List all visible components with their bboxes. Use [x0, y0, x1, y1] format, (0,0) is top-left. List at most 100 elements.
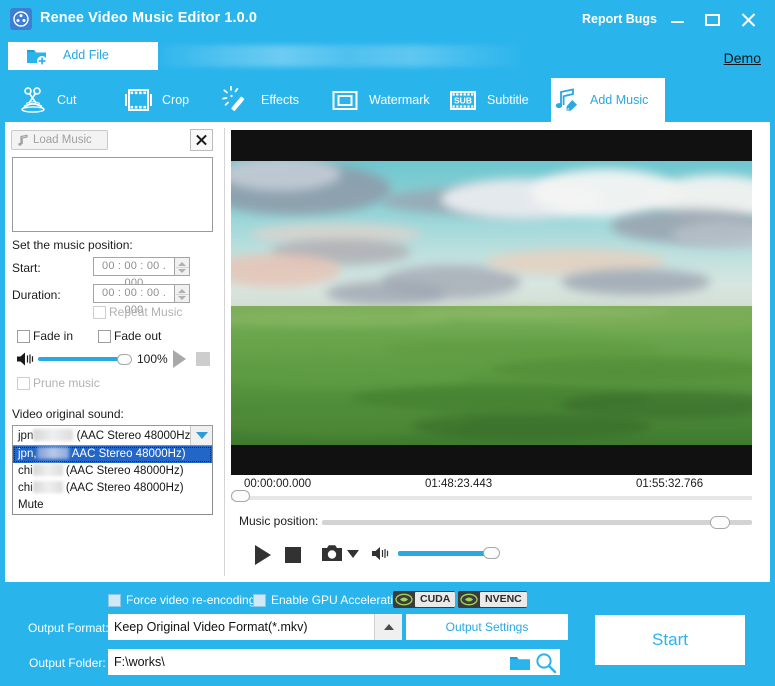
chevron-down-icon[interactable] [190, 426, 212, 445]
duration-label: Duration: [12, 288, 61, 302]
fade-in-checkbox[interactable] [17, 330, 30, 343]
music-list[interactable] [12, 157, 213, 232]
tab-add-music[interactable]: Add Music [551, 78, 665, 122]
video-frame-image [231, 161, 752, 445]
fade-in-label: Fade in [33, 329, 74, 343]
video-scrubber-knob[interactable] [231, 490, 250, 502]
start-input[interactable]: 00 : 00 : 00 . 000 [93, 257, 175, 289]
load-music-label: Load Music [33, 134, 92, 146]
film-frame-icon [123, 86, 153, 114]
enable-gpu-checkbox[interactable] [253, 594, 266, 607]
music-volume-knob[interactable] [117, 354, 132, 365]
video-preview[interactable] [231, 130, 752, 475]
tab-subtitle[interactable]: SUB Subtitle [448, 78, 553, 122]
music-settings-panel: Load Music Set the music position: Start… [5, 122, 224, 582]
tab-cut-label: Cut [57, 93, 77, 107]
start-label: Start: [12, 261, 41, 275]
music-note-icon [17, 134, 29, 150]
timeline-labels: 00:00:00.000 01:48:23.443 01:55:32.766 [231, 478, 752, 494]
add-file-label: Add File [63, 48, 109, 62]
tab-subtitle-label: Subtitle [487, 93, 529, 107]
time-start: 00:00:00.000 [244, 478, 312, 490]
dropdown-option-0[interactable]: jpn, AAC Stereo 48000Hz) [13, 446, 212, 463]
snapshot-dropdown-icon[interactable] [347, 550, 359, 558]
magic-wand-icon [222, 85, 252, 114]
report-bugs-link[interactable]: Report Bugs [582, 12, 657, 26]
tab-cut[interactable]: Cut [18, 78, 110, 122]
output-folder-input[interactable]: F:\works\ [108, 649, 560, 675]
force-reencode-label: Force video re-encoding [126, 593, 256, 607]
duration-stepper[interactable] [175, 284, 190, 303]
output-folder-label: Output Folder: [29, 656, 106, 670]
main-panel: Load Music Set the music position: Start… [5, 122, 770, 582]
search-icon[interactable] [535, 652, 557, 679]
tab-watermark-label: Watermark [369, 93, 430, 107]
tab-effects[interactable]: Effects [222, 78, 330, 122]
repeat-music-label: Repeat Music [109, 305, 183, 319]
original-sound-label: Video original sound: [12, 407, 124, 421]
tab-crop[interactable]: Crop [123, 78, 219, 122]
folder-plus-icon [26, 47, 48, 71]
enable-gpu-label: Enable GPU Acceleration [271, 593, 407, 607]
dropdown-option-1[interactable]: chi (AAC Stereo 48000Hz) [13, 463, 212, 480]
time-current: 01:48:23.443 [425, 478, 493, 490]
nvidia-eye-icon-2 [460, 593, 478, 607]
maximize-button[interactable] [701, 10, 723, 30]
duration-input[interactable]: 00 : 00 : 00 . 000 [93, 284, 175, 316]
stop-button[interactable] [285, 547, 301, 563]
nvidia-eye-icon [395, 593, 413, 607]
original-sound-value: jpn (AAC Stereo 48000Hz) [18, 429, 195, 442]
title-bar: Renee Video Music Editor 1.0.0 Report Bu… [0, 0, 775, 40]
tab-effects-label: Effects [261, 93, 299, 107]
minimize-button[interactable] [667, 10, 689, 30]
prune-music-label: Prune music [33, 376, 100, 390]
force-reencode-checkbox[interactable] [108, 594, 121, 607]
start-button[interactable]: Start [595, 615, 745, 665]
music-position-label: Set the music position: [12, 238, 133, 252]
tab-bar: Cut Crop Effects Watermark SUB Subtitle … [0, 78, 775, 122]
snapshot-button[interactable] [321, 543, 343, 568]
player-volume-track[interactable] [398, 551, 490, 556]
clear-music-button[interactable] [190, 129, 213, 151]
folder-icon[interactable] [509, 655, 531, 677]
dropdown-option-2[interactable]: chi (AAC Stereo 48000Hz) [13, 480, 212, 497]
demo-link[interactable]: Demo [724, 50, 761, 66]
prune-music-checkbox[interactable] [17, 377, 30, 390]
add-file-button[interactable]: Add File [8, 42, 158, 70]
svg-text:SUB: SUB [454, 96, 472, 106]
music-position-track[interactable] [322, 520, 752, 525]
output-format-dropdown-icon[interactable] [374, 614, 402, 640]
music-volume-fill [38, 357, 123, 361]
music-volume-value: 100% [137, 352, 168, 366]
dropdown-option-3[interactable]: Mute [13, 497, 212, 514]
player-speaker-icon[interactable] [371, 545, 391, 567]
output-settings-button[interactable]: Output Settings [406, 614, 568, 640]
output-format-input[interactable]: Keep Original Video Format(*.mkv) [108, 614, 374, 640]
output-settings-label: Output Settings [445, 620, 529, 634]
play-button[interactable] [255, 545, 271, 565]
preview-panel: 00:00:00.000 01:48:23.443 01:55:32.766 M… [225, 122, 770, 582]
time-total: 01:55:32.766 [636, 478, 704, 490]
close-button[interactable] [737, 10, 759, 30]
fade-out-label: Fade out [114, 329, 162, 343]
cuda-badge: CUDA [393, 591, 456, 608]
original-sound-dropdown[interactable]: jpn, AAC Stereo 48000Hz) chi (AAC Stereo… [12, 445, 213, 515]
music-play-button[interactable] [173, 350, 186, 368]
fade-out-checkbox[interactable] [98, 330, 111, 343]
video-scrubber-track[interactable] [231, 496, 752, 500]
music-position-knob[interactable] [710, 516, 730, 529]
window-title: Renee Video Music Editor 1.0.0 [40, 10, 258, 26]
sub-film-icon: SUB [448, 86, 478, 114]
tab-watermark[interactable]: Watermark [330, 78, 448, 122]
music-stop-button[interactable] [196, 352, 210, 366]
repeat-music-checkbox[interactable] [93, 306, 106, 319]
load-music-button[interactable]: Load Music [11, 130, 108, 150]
original-sound-combo[interactable]: jpn (AAC Stereo 48000Hz) [12, 425, 213, 446]
player-volume-knob[interactable] [483, 547, 500, 559]
output-format-label: Output Format: [28, 621, 109, 635]
scissors-icon [18, 86, 48, 114]
app-window: Renee Video Music Editor 1.0.0 Report Bu… [0, 0, 775, 686]
start-stepper[interactable] [175, 257, 190, 276]
blurred-filename-strip [160, 45, 520, 67]
cuda-badge-label: CUDA [415, 592, 456, 607]
